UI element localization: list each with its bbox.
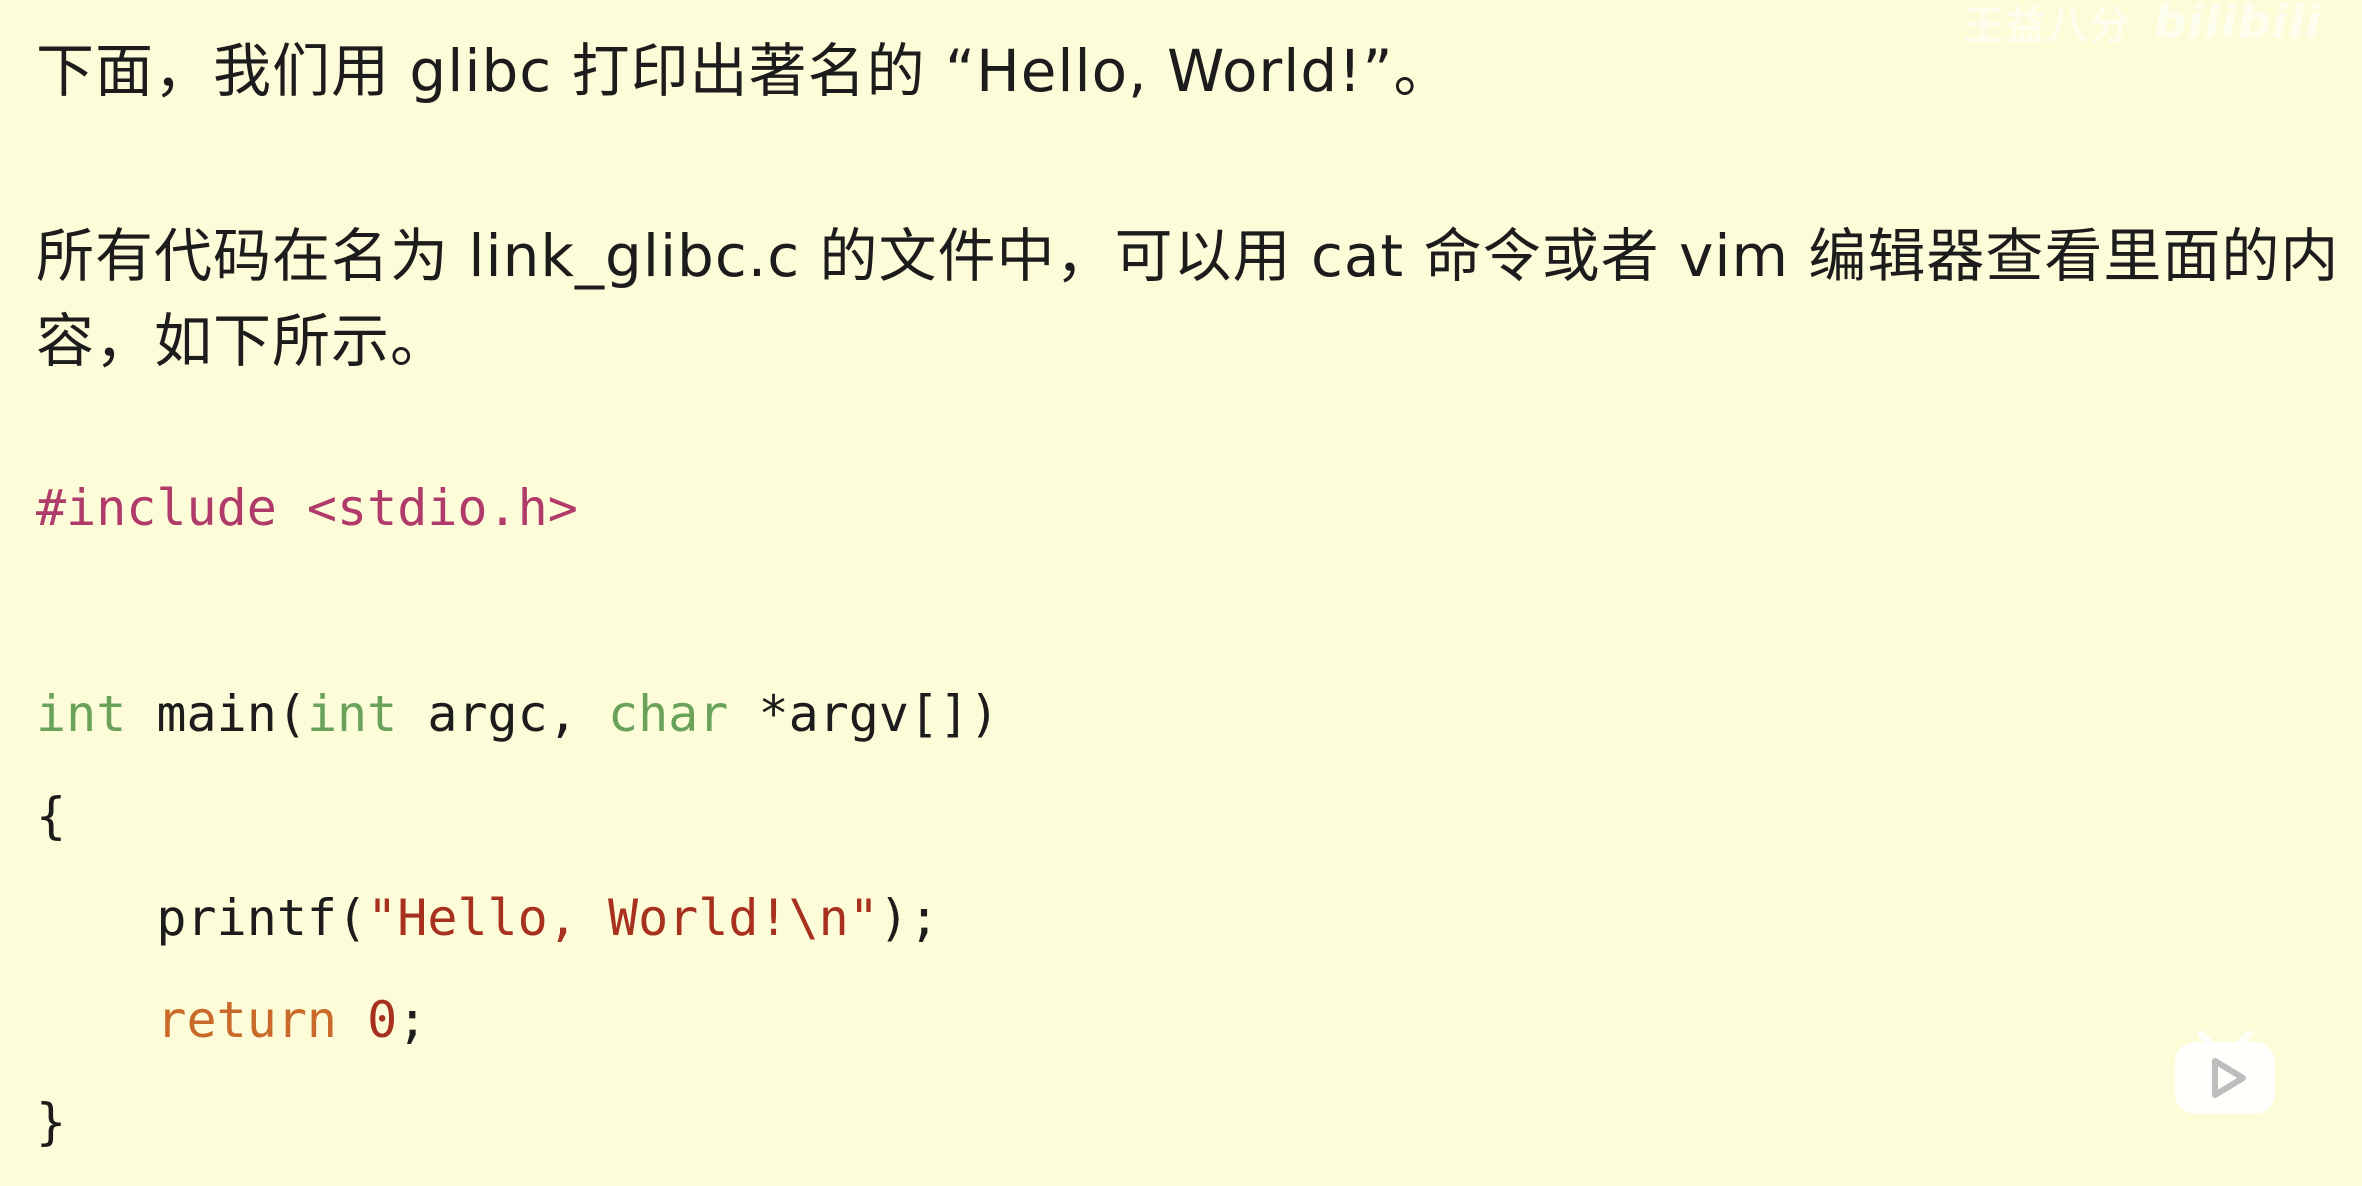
close-brace: } [36, 1093, 67, 1151]
code-line-open-brace: { [36, 786, 66, 846]
play-button[interactable] [2171, 1018, 2279, 1118]
open-brace: { [36, 787, 67, 845]
code-line-close-brace: } [36, 1092, 66, 1152]
code-text: *argv[]) [728, 685, 1000, 743]
string-literal: "Hello, World!\n" [367, 889, 879, 947]
code-text: ; [397, 991, 428, 1049]
type-keyword: int [306, 685, 398, 743]
return-keyword: return [156, 991, 338, 1049]
code-line-return: return 0; [36, 990, 427, 1050]
description-line-2: 容，如下所示。 [36, 307, 450, 375]
type-keyword: char [607, 685, 729, 743]
type-keyword: int [36, 685, 127, 743]
code-line-printf: printf("Hello, World!\n"); [36, 888, 939, 948]
intro-paragraph: 下面，我们用 glibc 打印出著名的 “Hello, World!”。 [36, 37, 1453, 105]
code-text: ); [878, 889, 940, 947]
description-line-1: 所有代码在名为 link_glibc.c 的文件中，可以用 cat 命令或者 v… [36, 222, 2340, 290]
code-line-include: #include <stdio.h> [36, 478, 578, 538]
preprocessor-directive: #include <stdio.h> [36, 479, 578, 537]
number-literal: 0 [367, 991, 398, 1049]
video-watermark: 王益八分 bilibili [1964, 0, 2322, 49]
code-line-main-signature: int main(int argc, char *argv[]) [36, 684, 999, 744]
uploader-watermark: 王益八分 [1963, 3, 2132, 49]
code-text: argc, [397, 685, 608, 743]
function-call: printf( [156, 889, 368, 947]
code-text: main( [126, 685, 307, 743]
play-icon [2175, 1030, 2275, 1114]
bilibili-logo: bilibili [2153, 0, 2322, 49]
